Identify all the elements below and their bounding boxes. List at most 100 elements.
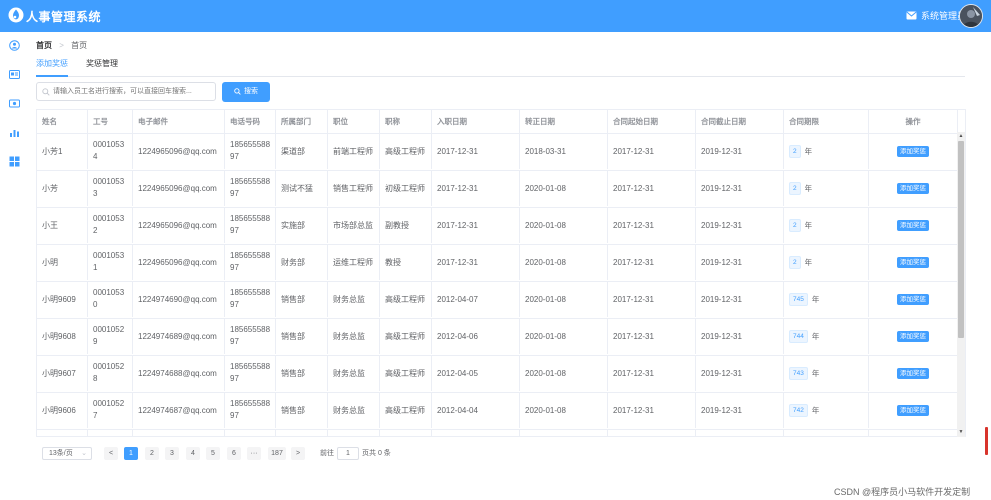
cell-phone: 18565558897 xyxy=(225,281,276,317)
cell-text: 18565558897 xyxy=(230,140,271,161)
cell-term: 742 年 xyxy=(784,392,869,428)
cell-text: 1224974687@qq.com xyxy=(138,405,217,415)
page-ellipsis-button[interactable]: ··· xyxy=(247,447,261,460)
cell-hire-date: 2017-12-31 xyxy=(432,170,520,206)
cell-text: 财务总监 xyxy=(333,331,365,341)
cell-text: 小明9607 xyxy=(42,368,76,378)
cell-id: 00010526 xyxy=(88,429,133,436)
cell-contract-end: 2019-12-31 xyxy=(696,355,784,391)
page-button-5[interactable]: 5 xyxy=(206,447,220,460)
cell-contract-end xyxy=(696,429,784,436)
cell-text: 2019-12-31 xyxy=(701,294,742,304)
page-button-1[interactable]: 1 xyxy=(124,447,138,460)
cell-name: 小明 xyxy=(37,244,88,280)
cell-op: 添加奖惩 xyxy=(869,318,958,354)
red-marker xyxy=(985,427,988,455)
cell-id: 00010529 xyxy=(88,318,133,354)
avatar[interactable] xyxy=(959,4,983,28)
cell-hire-date: 2012-04-05 xyxy=(432,355,520,391)
add-reward-button[interactable]: 添加奖惩 xyxy=(897,330,929,342)
term-tag: 744 xyxy=(789,329,808,343)
search-button[interactable]: 搜索 xyxy=(222,82,270,102)
page-button-4[interactable]: 4 xyxy=(186,447,200,460)
scroll-up-icon[interactable]: ▲ xyxy=(958,133,964,139)
cell-text: 小芳1 xyxy=(42,146,63,156)
cell-text: 2017-12-31 xyxy=(613,405,654,415)
cell-contract-end: 2019-12-31 xyxy=(696,244,784,280)
user-icon[interactable] xyxy=(9,40,20,51)
add-reward-button[interactable]: 添加奖惩 xyxy=(897,404,929,416)
add-reward-button[interactable]: 添加奖惩 xyxy=(897,293,929,305)
cell-text: 2017-12-31 xyxy=(437,257,478,267)
column-header-contract-end: 合同截止日期 xyxy=(696,110,784,133)
page-button-3[interactable]: 3 xyxy=(165,447,179,460)
cell-term: 2年 xyxy=(784,133,869,169)
cell-id: 00010532 xyxy=(88,207,133,243)
next-page-button[interactable]: > xyxy=(291,447,305,460)
goto-page-input[interactable]: 1 xyxy=(337,447,359,460)
cell-text: 00010527 xyxy=(93,399,125,420)
cell-text: 2017-12-31 xyxy=(613,294,654,304)
cell-text: 2017-12-31 xyxy=(613,220,654,230)
search-button-icon xyxy=(234,87,241,95)
term-tag: 2 xyxy=(789,255,801,269)
card-icon[interactable] xyxy=(9,69,20,80)
add-reward-button[interactable]: 添加奖惩 xyxy=(897,219,929,231)
page-button-last[interactable]: 187 xyxy=(268,447,286,460)
cell-hire-date: 2017-12-31 xyxy=(432,207,520,243)
scroll-down-icon[interactable]: ▼ xyxy=(958,429,964,435)
cell-position: 市场部总监 xyxy=(328,207,380,243)
add-reward-button[interactable]: 添加奖惩 xyxy=(897,256,929,268)
page-size-select[interactable]: 13条/页 ⌄ xyxy=(42,447,92,460)
cell-text: 2019-12-31 xyxy=(701,220,742,230)
column-header-hire-date: 入职日期 xyxy=(432,110,520,133)
cell-email: 1224974690@qq.com xyxy=(133,281,225,317)
table-scrollbar-thumb[interactable] xyxy=(958,141,964,338)
table-row: 小明9608 00010529 1224974689@qq.com 185655588… xyxy=(37,318,958,356)
breadcrumb-home[interactable]: 首页 xyxy=(36,41,52,50)
mail-icon[interactable] xyxy=(906,11,917,20)
cell-text: 1224965096@qq.com xyxy=(138,257,217,267)
cell-text: 财务总监 xyxy=(333,294,365,304)
windows-icon[interactable] xyxy=(9,156,20,167)
table-row: 小明 00010531 1224965096@qq.com 18565558897 财务… xyxy=(37,244,958,282)
chart-icon[interactable] xyxy=(9,127,20,138)
term-unit: 年 xyxy=(804,220,813,230)
cell-contract-start: 2017-12-31 xyxy=(608,355,696,391)
cell-text: 高级工程师 xyxy=(385,294,425,304)
cell-id: 00010531 xyxy=(88,244,133,280)
search-input[interactable] xyxy=(36,82,216,101)
cell-regular-date xyxy=(520,429,608,436)
cell-dept: 销售部 xyxy=(276,355,328,391)
cell-text: 18565558897 xyxy=(230,177,271,198)
tab-add-reward[interactable]: 添加奖惩 xyxy=(36,59,68,77)
term-unit: 年 xyxy=(811,294,820,304)
cell-contract-start: 2017-12-31 xyxy=(608,170,696,206)
column-header-term: 合同期限 xyxy=(784,110,869,133)
cell-text: 小明9608 xyxy=(42,331,76,341)
cell-contract-start xyxy=(608,429,696,436)
cell-term: 745 年 xyxy=(784,281,869,317)
page-button-6[interactable]: 6 xyxy=(227,447,241,460)
add-reward-button[interactable]: 添加奖惩 xyxy=(897,367,929,379)
search-icon xyxy=(42,88,50,96)
cell-text: 销售工程师 xyxy=(333,183,373,193)
money-icon[interactable] xyxy=(9,98,20,109)
cell-email: 1224965096@qq.com xyxy=(133,170,225,206)
add-reward-button[interactable]: 添加奖惩 xyxy=(897,145,929,157)
add-reward-button[interactable]: 添加奖惩 xyxy=(897,182,929,194)
cell-contract-start: 2017-12-31 xyxy=(608,207,696,243)
chevron-down-icon: ⌄ xyxy=(81,450,87,457)
cell-text: 00010531 xyxy=(93,251,125,272)
cell-dept xyxy=(276,429,328,436)
prev-page-button[interactable]: < xyxy=(104,447,118,460)
page-button-2[interactable]: 2 xyxy=(145,447,159,460)
cell-text: 2020-01-08 xyxy=(525,405,566,415)
cell-regular-date: 2020-01-08 xyxy=(520,318,608,354)
tab-reward-management[interactable]: 奖惩管理 xyxy=(86,59,118,75)
cell-text: 1224965096@qq.com xyxy=(138,183,217,193)
cell-text: 2020-01-08 xyxy=(525,331,566,341)
cell-regular-date: 2020-01-08 xyxy=(520,170,608,206)
cell-dept: 实施部 xyxy=(276,207,328,243)
cell-phone: 18565558897 xyxy=(225,133,276,169)
